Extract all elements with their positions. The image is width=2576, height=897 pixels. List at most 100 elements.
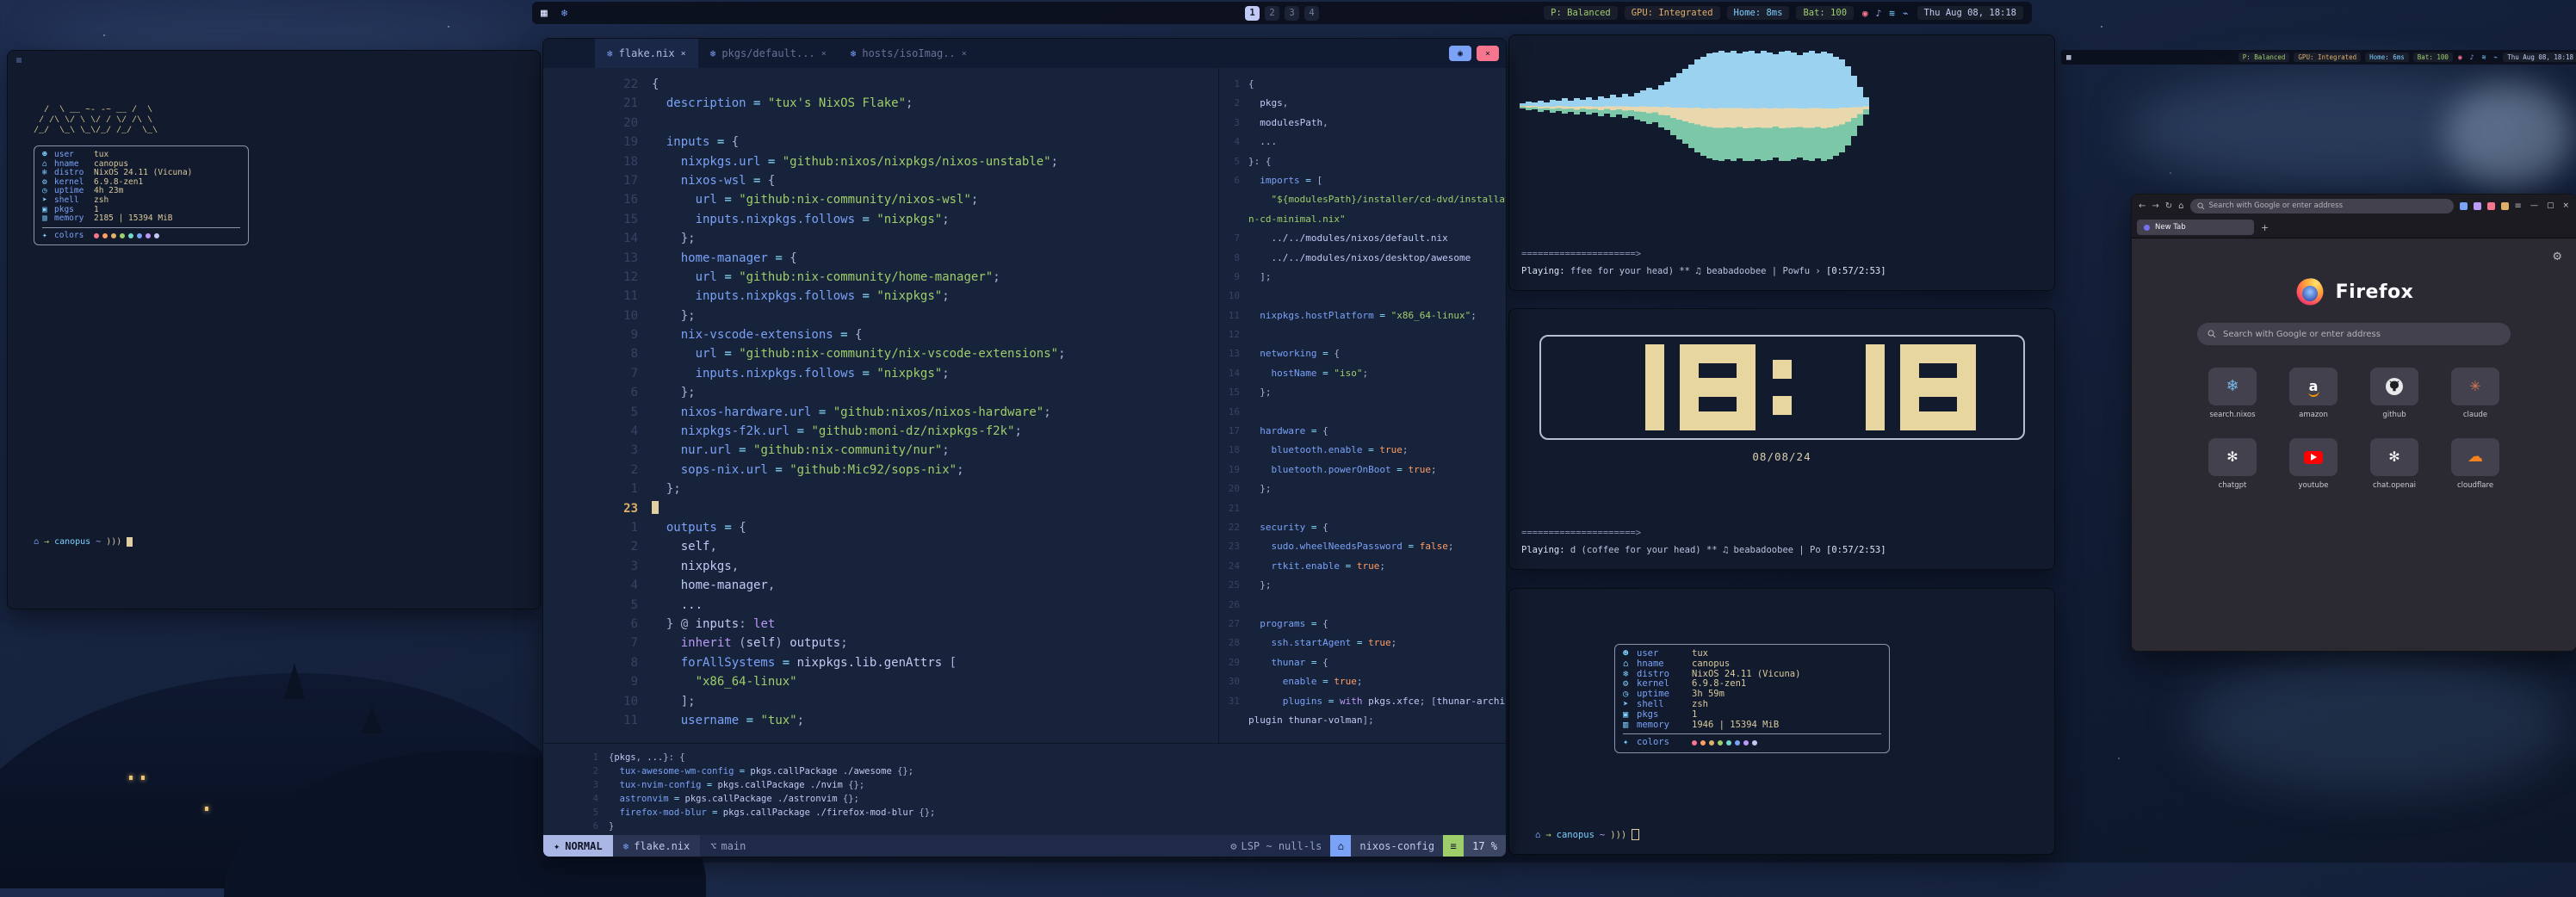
code-line: 26 <box>1223 596 1506 615</box>
tab-strip: New Tab + <box>2132 217 2576 238</box>
status-widgets: P: Balanced GPU: Integrated Home: 8ms Bat: … <box>1544 6 1854 20</box>
shortcut-amazon[interactable]: aamazon <box>2286 368 2341 419</box>
extension-icon[interactable] <box>2474 202 2481 210</box>
volume-icon[interactable]: ♪ <box>2470 53 2474 61</box>
tab-close-icon[interactable]: × <box>962 49 967 59</box>
code-line: 24 rtkit.enable = true; <box>1223 557 1506 576</box>
shortcut-youtube[interactable]: youtube <box>2286 438 2341 490</box>
tab-new-tab[interactable]: New Tab <box>2137 220 2254 235</box>
house-light <box>129 776 133 780</box>
volume-icon[interactable]: ♪ <box>1876 8 1882 19</box>
code-line: 1{ <box>1223 75 1506 94</box>
bluetooth-icon[interactable]: ⌁ <box>2493 53 2498 61</box>
workspace-3-button[interactable]: 3 <box>1285 6 1299 21</box>
tab-close-icon[interactable]: × <box>681 49 686 59</box>
clock-widget[interactable]: Thu Aug 08, 18:18 <box>2503 53 2576 62</box>
extension-icon[interactable] <box>2487 202 2495 210</box>
eye-button[interactable]: ◉ <box>1449 46 1471 61</box>
terminal-window-fastfetch-2[interactable]: ☻usertux⌂hnamecanopus❄distroNixOS 24.11 … <box>1508 588 2055 855</box>
shortcut-chat.openai[interactable]: ✻chat.openai <box>2367 438 2422 490</box>
launcher-icon[interactable]: ▦ <box>2066 53 2071 62</box>
back-icon[interactable]: ← <box>2139 201 2146 211</box>
newtab-search-input[interactable]: Search with Google or enter address <box>2197 323 2511 345</box>
tab-close-icon[interactable]: × <box>821 49 827 59</box>
code-line: 5 nixos-hardware.url = "github:nixos/nix… <box>548 403 1218 422</box>
clock-widget[interactable]: Thu Aug 08, 18:18 <box>1917 6 2023 20</box>
code-line: 10 ]; <box>548 692 1218 711</box>
status-gpu[interactable]: GPU: Integrated <box>1625 6 1720 20</box>
wifi-icon[interactable]: ≋ <box>1889 8 1895 19</box>
shortcut-chatgpt[interactable]: ✻chatgpt <box>2205 438 2260 490</box>
bluetooth-icon[interactable]: ⌁ <box>1903 8 1909 19</box>
buffer-tab-pkgs/default...[interactable]: ❄pkgs/default...× <box>698 39 839 68</box>
home-icon: ⌂ <box>1535 830 1540 840</box>
status-battery[interactable]: Bat: 100 <box>1796 6 1854 20</box>
status-power-profile[interactable]: P: Balanced <box>1544 6 1618 20</box>
shortcut-cloudflare[interactable]: ☁cloudflare <box>2448 438 2503 490</box>
editor-pane-iso-nix[interactable]: 1{2 pkgs,3 modulesPath,4 ...5}: {6 impor… <box>1218 68 1506 743</box>
new-tab-button[interactable]: + <box>2261 222 2269 233</box>
star <box>448 26 449 28</box>
record-icon[interactable]: ◉ <box>1862 8 1868 19</box>
extension-icon[interactable] <box>2501 202 2509 210</box>
code-line: 19 inputs = { <box>548 133 1218 152</box>
url-bar[interactable]: Search with Google or enter address <box>2190 199 2454 213</box>
shell-prompt[interactable]: ⌂→canopus~))) <box>1535 829 1639 840</box>
editor-pane-pkgs-default[interactable]: 1{pkgs, ...}: {2 tux-awesome-wm-config =… <box>543 743 1506 835</box>
minimize-button[interactable]: — <box>2530 201 2538 210</box>
extension-icon[interactable] <box>2460 202 2468 210</box>
shortcut-search.nixos[interactable]: ❄search.nixos <box>2205 368 2260 419</box>
new-tab-page: ⚙ Firefox Search with Go <box>2132 238 2576 651</box>
progress-icon: ≡ <box>1443 835 1464 857</box>
cwd-label: nixos-config <box>1351 835 1443 857</box>
buffer-tab-hosts/isoImag..[interactable]: ❄hosts/isoImag..× <box>839 39 979 68</box>
editor-cursor <box>652 501 659 514</box>
status-gpu[interactable]: GPU: Integrated <box>2294 53 2361 62</box>
tag-icon[interactable]: ❄ <box>561 7 567 19</box>
home-icon[interactable]: ⌂ <box>2178 201 2183 211</box>
status-power-profile[interactable]: P: Balanced <box>2239 53 2290 62</box>
terminal-window-fastfetch[interactable]: / \ __ ~- -~ __ / \ / /\ \/ \ \/ / \/ /\… <box>7 50 541 609</box>
code-line: 2 pkgs, <box>1223 94 1506 113</box>
code-line: 10 }; <box>548 306 1218 325</box>
code-line: 9 "x86_64-linux" <box>548 672 1218 691</box>
workspace-2-button[interactable]: 2 <box>1265 6 1279 21</box>
launcher-icon[interactable]: ▦ <box>541 7 548 20</box>
pkgs-icon: ▣ <box>1623 710 1637 721</box>
house-light <box>205 807 208 811</box>
status-battery[interactable]: Bat: 100 <box>2413 53 2453 62</box>
status-network-latency[interactable]: Home: 8ms <box>1727 6 1790 20</box>
home-icon: ⌂ <box>34 537 39 547</box>
workspace-1-button[interactable]: 1 <box>1245 6 1260 21</box>
workspace-4-button[interactable]: 4 <box>1304 6 1319 21</box>
scroll-progress: 17 % <box>1464 835 1506 857</box>
memory-icon: ▥ <box>1623 721 1637 731</box>
cloudflare-icon: ☁ <box>2468 449 2483 465</box>
wifi-icon[interactable]: ≋ <box>2482 53 2486 61</box>
shortcut-github[interactable]: github <box>2367 368 2422 419</box>
close-buffer-button[interactable]: × <box>1477 46 1499 61</box>
shell-prompt[interactable]: ⌂→canopus~))) <box>34 537 133 547</box>
fetch-row-shell: ➤shellzsh <box>42 196 240 206</box>
record-icon[interactable]: ◉ <box>2458 53 2462 61</box>
close-button[interactable]: × <box>2562 201 2569 210</box>
code-line: 18 bluetooth.enable = true; <box>1223 441 1506 460</box>
code-line: 21 description = "tux's NixOS Flake"; <box>548 94 1218 113</box>
forward-icon[interactable]: → <box>2152 201 2158 211</box>
code-line: 11 nixpkgs.hostPlatform = "x86_64-linux"… <box>1223 306 1506 325</box>
menu-icon[interactable]: ≡ <box>2515 201 2522 211</box>
editor-pane-flake-nix[interactable]: 22{21 description = "tux's NixOS Flake";… <box>543 68 1218 743</box>
maximize-button[interactable]: ▢ <box>2547 201 2554 210</box>
search-icon <box>2197 202 2205 210</box>
buffer-tab-flake.nix[interactable]: ❄flake.nix× <box>595 39 698 68</box>
code-line: 3 modulesPath, <box>1223 114 1506 133</box>
gear-icon[interactable]: ⚙ <box>2552 251 2562 263</box>
audio-visualizer <box>1520 49 1869 163</box>
shortcut-claude[interactable]: ✳claude <box>2448 368 2503 419</box>
tray-icons: ◉ ♪ ≋ ⌁ <box>1862 8 1909 19</box>
status-network-latency[interactable]: Home: 6ms <box>2365 53 2409 62</box>
status-bar-primary: ▦ ❄ 1234 P: Balanced GPU: Integrated Home:… <box>532 2 2032 24</box>
code-line: 25 }; <box>1223 576 1506 595</box>
code-line: 23 <box>548 499 1218 518</box>
reload-icon[interactable]: ↻ <box>2165 201 2172 211</box>
